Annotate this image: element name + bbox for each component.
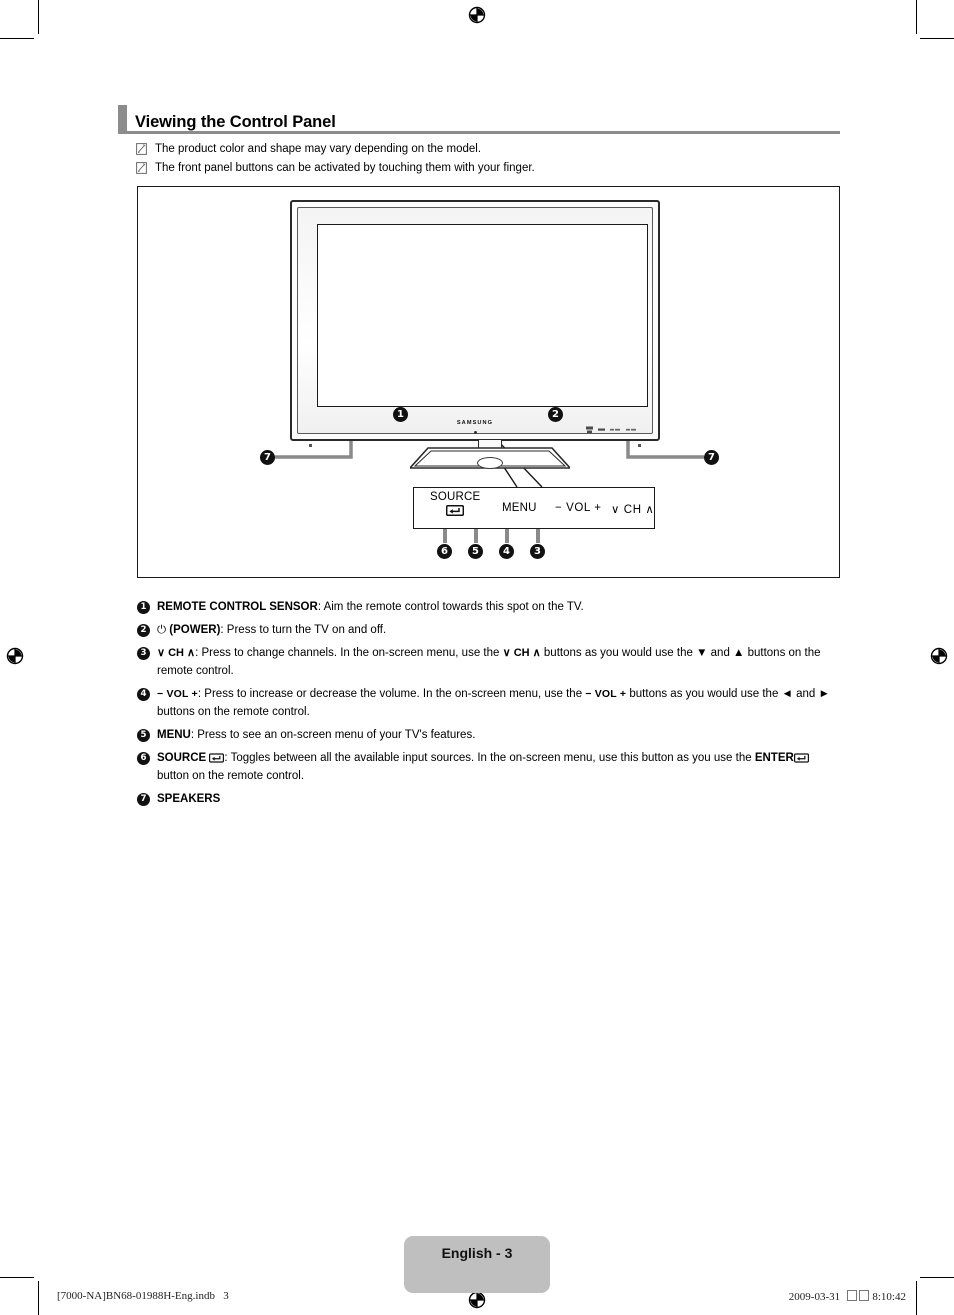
callout-bubble-2: 2 bbox=[548, 407, 563, 422]
description-body: ∨ CH ∧: Press to change channels. In the… bbox=[157, 644, 843, 680]
page-content: Viewing the Control Panel The product co… bbox=[0, 0, 954, 1315]
source-button-label: SOURCE bbox=[430, 491, 481, 503]
description-text: : Press to increase or decrease the volu… bbox=[197, 688, 586, 700]
enter-arrow-icon bbox=[430, 505, 480, 516]
print-date: 2009-03-31 bbox=[788, 1291, 841, 1303]
description-item-3: 3 ∨ CH ∧: Press to change channels. In t… bbox=[137, 644, 843, 680]
description-body: − VOL +: Press to increase or decrease t… bbox=[157, 685, 843, 721]
description-text-after: button on the remote control. bbox=[157, 770, 305, 782]
note-pencil-icon bbox=[136, 162, 147, 174]
ch-button-label[interactable]: ∨ CH ∧ bbox=[611, 502, 654, 516]
description-term-enter: ENTER bbox=[754, 752, 794, 764]
enter-arrow-icon bbox=[793, 753, 809, 763]
enter-arrow-icon bbox=[209, 753, 225, 763]
control-panel-diagram: SAMSUNG SOURCE MENU − VOL + ∨ CH ∧ 1 2 7… bbox=[137, 186, 840, 578]
heading-underline bbox=[118, 131, 840, 134]
note-item: The product color and shape may vary dep… bbox=[136, 141, 842, 158]
bezel-dot-right bbox=[638, 444, 641, 447]
tv-illustration: SAMSUNG bbox=[290, 200, 660, 447]
description-term: MENU bbox=[157, 729, 191, 741]
description-text: : Aim the remote control towards this sp… bbox=[317, 601, 584, 613]
page-title: Viewing the Control Panel bbox=[135, 112, 336, 131]
description-body: SPEAKERS bbox=[157, 790, 843, 808]
description-term: (POWER) bbox=[169, 624, 221, 636]
control-panel-strip: SOURCE MENU − VOL + ∨ CH ∧ bbox=[413, 487, 655, 529]
description-number: 2 bbox=[137, 624, 150, 637]
description-number: 7 bbox=[137, 793, 150, 806]
page-number-label: English - 3 bbox=[441, 1245, 513, 1261]
description-number: 3 bbox=[137, 647, 150, 660]
callout-bubble-7-left: 7 bbox=[260, 450, 275, 465]
vol-button-label[interactable]: − VOL + bbox=[555, 502, 602, 514]
page-number-tab: English - 3 bbox=[404, 1236, 550, 1293]
ch-glyph: ∨ CH ∧ bbox=[157, 647, 196, 659]
ch-glyph-inline: ∨ CH ∧ bbox=[502, 647, 541, 659]
note-text: The product color and shape may vary dep… bbox=[155, 143, 482, 155]
description-body: MENU: Press to see an on-screen menu of … bbox=[157, 726, 843, 744]
print-time: 8:10:42 bbox=[872, 1291, 906, 1303]
tv-screen bbox=[317, 224, 648, 407]
note-text: The front panel buttons can be activated… bbox=[155, 162, 535, 174]
description-item-4: 4 − VOL +: Press to increase or decrease… bbox=[137, 685, 843, 721]
callout-bubble-6: 6 bbox=[437, 544, 452, 559]
menu-button-label[interactable]: MENU bbox=[502, 502, 537, 514]
callout-bubble-4: 4 bbox=[499, 544, 514, 559]
front-panel-button-marks bbox=[585, 426, 647, 435]
description-term: SOURCE bbox=[157, 752, 207, 764]
section-heading: Viewing the Control Panel bbox=[118, 105, 840, 132]
description-item-2: 2 ⏻ (POWER): Press to turn the TV on and… bbox=[137, 621, 843, 639]
missing-glyph-box bbox=[858, 1290, 869, 1301]
description-body: SOURCE : Toggles between all the availab… bbox=[157, 749, 843, 785]
description-term: SPEAKERS bbox=[157, 793, 221, 805]
remote-sensor-dot bbox=[473, 431, 477, 434]
vol-glyph: − VOL + bbox=[157, 688, 198, 700]
note-item: The front panel buttons can be activated… bbox=[136, 160, 842, 177]
description-body: REMOTE CONTROL SENSOR: Aim the remote co… bbox=[157, 598, 843, 616]
heading-accent-bar bbox=[118, 105, 127, 131]
power-icon: ⏻ bbox=[157, 624, 170, 636]
callout-bubble-7-right: 7 bbox=[704, 450, 719, 465]
description-text: : Press to see an on-screen menu of your… bbox=[190, 729, 476, 741]
print-source-file: [7000-NA]BN68-01988H-Eng.indb 3 bbox=[57, 1290, 229, 1302]
description-item-1: 1 REMOTE CONTROL SENSOR: Aim the remote … bbox=[137, 598, 843, 616]
note-pencil-icon bbox=[136, 143, 147, 155]
callout-bubble-3: 3 bbox=[530, 544, 545, 559]
tv-bezel: SAMSUNG bbox=[297, 207, 653, 447]
callout-bubble-1: 1 bbox=[393, 407, 408, 422]
control-descriptions: 1 REMOTE CONTROL SENSOR: Aim the remote … bbox=[137, 598, 843, 813]
description-item-6: 6 SOURCE : Toggles between all the avail… bbox=[137, 749, 843, 785]
description-body: ⏻ (POWER): Press to turn the TV on and o… bbox=[157, 621, 843, 639]
print-timestamp: 2009-03-31 8:10:42 bbox=[789, 1290, 906, 1303]
bezel-dot-left bbox=[309, 444, 312, 447]
description-number: 4 bbox=[137, 688, 150, 701]
description-number: 5 bbox=[137, 729, 150, 742]
description-text: : Press to change channels. In the on-sc… bbox=[195, 647, 503, 659]
description-number: 6 bbox=[137, 752, 150, 765]
source-button-label-group[interactable]: SOURCE bbox=[430, 491, 480, 516]
missing-glyph-box bbox=[846, 1290, 857, 1301]
description-item-7: 7 SPEAKERS bbox=[137, 790, 843, 808]
note-list: The product color and shape may vary dep… bbox=[136, 141, 842, 179]
vol-glyph-inline: − VOL + bbox=[585, 688, 627, 700]
description-text: : Toggles between all the available inpu… bbox=[224, 752, 755, 764]
description-text: : Press to turn the TV on and off. bbox=[220, 624, 387, 636]
tv-stand-hinge bbox=[476, 457, 503, 469]
description-term: REMOTE CONTROL SENSOR bbox=[157, 601, 318, 613]
description-item-5: 5 MENU: Press to see an on-screen menu o… bbox=[137, 726, 843, 744]
description-number: 1 bbox=[137, 601, 150, 614]
callout-bubble-5: 5 bbox=[468, 544, 483, 559]
